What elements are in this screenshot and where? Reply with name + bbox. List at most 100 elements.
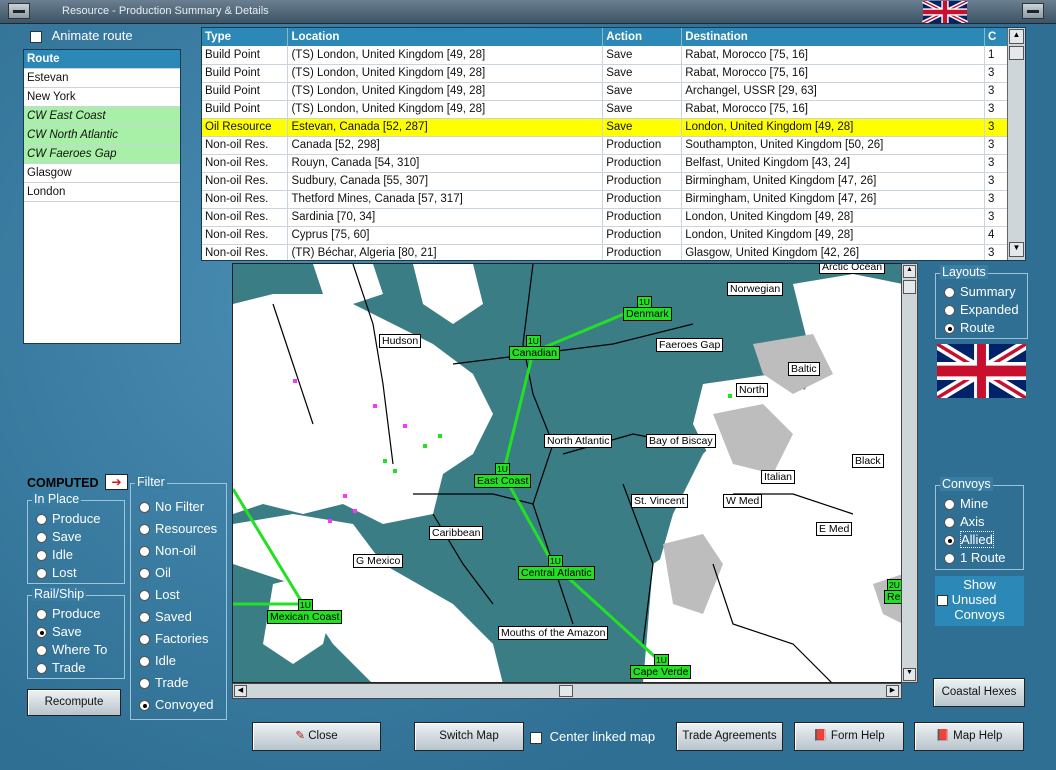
minimize-button[interactable] (1022, 3, 1044, 19)
radio-icon[interactable] (36, 514, 47, 526)
in-place-option[interactable]: Save (28, 528, 124, 546)
filter-option[interactable]: Factories (131, 628, 226, 650)
col-c[interactable]: C (984, 28, 1009, 46)
convoy-central-atlantic[interactable]: Central Atlantic (518, 566, 595, 580)
filter-option[interactable]: Oil (131, 562, 226, 584)
in-place-option[interactable]: Lost (28, 564, 124, 582)
convoy-denmark[interactable]: Denmark (623, 307, 672, 321)
radio-icon[interactable] (944, 499, 955, 511)
filter-option[interactable]: No Filter (131, 496, 226, 518)
map-scroll-up-icon[interactable]: ▲ (903, 265, 916, 278)
show-unused-convoys[interactable]: Show ✓ Unused Convoys (935, 576, 1024, 626)
route-item[interactable]: New York (24, 88, 180, 107)
col-location[interactable]: Location (287, 28, 604, 46)
show-unused-checkbox[interactable]: ✓ (937, 595, 948, 607)
filter-option[interactable]: Saved (131, 606, 226, 628)
convoy-east-coast[interactable]: East Coast (474, 474, 532, 488)
table-row[interactable]: Non-oil Res. (TR) Béchar, Algeria [80, 21… (202, 244, 1009, 260)
radio-icon[interactable] (36, 663, 47, 675)
center-linked-checkbox[interactable] (530, 731, 542, 744)
radio-icon[interactable] (36, 532, 47, 544)
filter-option[interactable]: Trade (131, 672, 226, 694)
radio-icon[interactable] (139, 502, 150, 514)
switch-map-button[interactable]: Switch Map (414, 722, 524, 751)
map-help-button[interactable]: 📕 Map Help (914, 722, 1024, 751)
system-menu-button[interactable] (8, 3, 30, 19)
map-horizontal-scrollbar[interactable]: ◀ ▶ (232, 683, 902, 699)
radio-icon[interactable] (139, 546, 150, 558)
center-linked-map[interactable]: Center linked map (530, 729, 655, 744)
radio-icon[interactable] (36, 568, 47, 580)
radio-icon[interactable] (944, 553, 955, 565)
convoy-cape-verde[interactable]: Cape Verde (630, 665, 692, 679)
in-place-option[interactable]: Produce (28, 510, 124, 528)
radio-icon[interactable] (36, 609, 47, 621)
computed-arrow-icon[interactable]: ➔ (105, 474, 128, 490)
table-row[interactable]: Non-oil Res. Canada [52, 298] Production So… (202, 136, 1009, 155)
map-hscroll-thumb[interactable] (559, 685, 573, 697)
filter-option[interactable]: Convoyed (131, 694, 226, 716)
table-row[interactable]: Build Point (TS) London, United Kingdom [… (202, 100, 1009, 119)
route-item[interactable]: CW Faeroes Gap (24, 145, 180, 164)
table-row[interactable]: Build Point (TS) London, United Kingdom [… (202, 46, 1009, 65)
route-list[interactable]: Route Estevan New York CW East Coast CW Nor… (23, 49, 181, 344)
radio-icon[interactable] (944, 287, 955, 299)
map-vscroll-thumb[interactable] (903, 280, 916, 294)
convoys-option[interactable]: Axis (936, 513, 1023, 531)
animate-route[interactable]: Animate route (30, 28, 133, 43)
in-place-option[interactable]: Idle (28, 546, 124, 564)
table-row[interactable]: Non-oil Res. Thetford Mines, Canada [57, … (202, 190, 1009, 209)
trade-agreements-button[interactable]: Trade Agreements (676, 722, 783, 751)
radio-icon[interactable] (36, 627, 47, 639)
convoy-canadian[interactable]: Canadian (509, 346, 560, 360)
layouts-option[interactable]: Route (936, 319, 1027, 337)
table-row[interactable]: Build Point (TS) London, United Kingdom [… (202, 82, 1009, 101)
animate-route-checkbox[interactable] (30, 30, 42, 43)
filter-option[interactable]: Idle (131, 650, 226, 672)
col-type[interactable]: Type (202, 28, 289, 46)
scroll-down-icon[interactable]: ▼ (1009, 242, 1024, 257)
map-scroll-right-icon[interactable]: ▶ (886, 685, 899, 697)
production-table[interactable]: Type Location Action Destination C Build… (201, 27, 1026, 261)
table-vertical-scrollbar[interactable]: ▲ ▼ (1007, 28, 1025, 260)
route-item[interactable]: Estevan (24, 69, 180, 88)
map-scroll-left-icon[interactable]: ◀ (234, 685, 247, 697)
layouts-option[interactable]: Summary (936, 283, 1027, 301)
table-row[interactable]: Non-oil Res. Sudbury, Canada [55, 307] Pro… (202, 172, 1009, 191)
route-item[interactable]: CW East Coast (24, 107, 180, 126)
filter-option[interactable]: Non-oil (131, 540, 226, 562)
radio-icon[interactable] (139, 634, 150, 646)
radio-icon[interactable] (944, 323, 955, 335)
radio-icon[interactable] (139, 612, 150, 624)
rail-ship-option[interactable]: Save (28, 623, 124, 641)
route-item[interactable]: Glasgow (24, 164, 180, 183)
convoy-re[interactable]: Re (884, 590, 901, 604)
route-item[interactable]: London (24, 183, 180, 202)
layouts-option[interactable]: Expanded (936, 301, 1027, 319)
scroll-up-icon[interactable]: ▲ (1009, 29, 1024, 44)
scroll-thumb[interactable] (1009, 46, 1024, 60)
coastal-hexes-button[interactable]: Coastal Hexes (933, 678, 1025, 707)
convoys-option[interactable]: Mine (936, 495, 1023, 513)
radio-icon[interactable] (944, 517, 955, 529)
route-item[interactable]: CW North Atlantic (24, 126, 180, 145)
close-button[interactable]: ✎ Close (252, 722, 381, 751)
table-row[interactable]: Oil Resource Estevan, Canada [52, 287] Sav… (202, 118, 1009, 137)
convoys-option[interactable]: Allied (936, 531, 1023, 549)
convoys-option[interactable]: 1 Route (936, 549, 1023, 567)
rail-ship-option[interactable]: Trade (28, 659, 124, 677)
radio-icon[interactable] (139, 678, 150, 690)
radio-icon[interactable] (944, 535, 955, 547)
table-row[interactable]: Build Point (TS) London, United Kingdom [… (202, 64, 1009, 83)
radio-icon[interactable] (36, 550, 47, 562)
recompute-button[interactable]: Recompute (27, 689, 121, 716)
filter-option[interactable]: Resources (131, 518, 226, 540)
rail-ship-option[interactable]: Where To (28, 641, 124, 659)
table-row[interactable]: Non-oil Res. Cyprus [75, 60] Production Lon… (202, 226, 1009, 245)
radio-icon[interactable] (139, 700, 150, 712)
map-scroll-down-icon[interactable]: ▼ (903, 668, 916, 681)
radio-icon[interactable] (36, 645, 47, 657)
table-row[interactable]: Non-oil Res. Sardinia [70, 34] Production L… (202, 208, 1009, 227)
form-help-button[interactable]: 📕 Form Help (794, 722, 904, 751)
filter-option[interactable]: Lost (131, 584, 226, 606)
